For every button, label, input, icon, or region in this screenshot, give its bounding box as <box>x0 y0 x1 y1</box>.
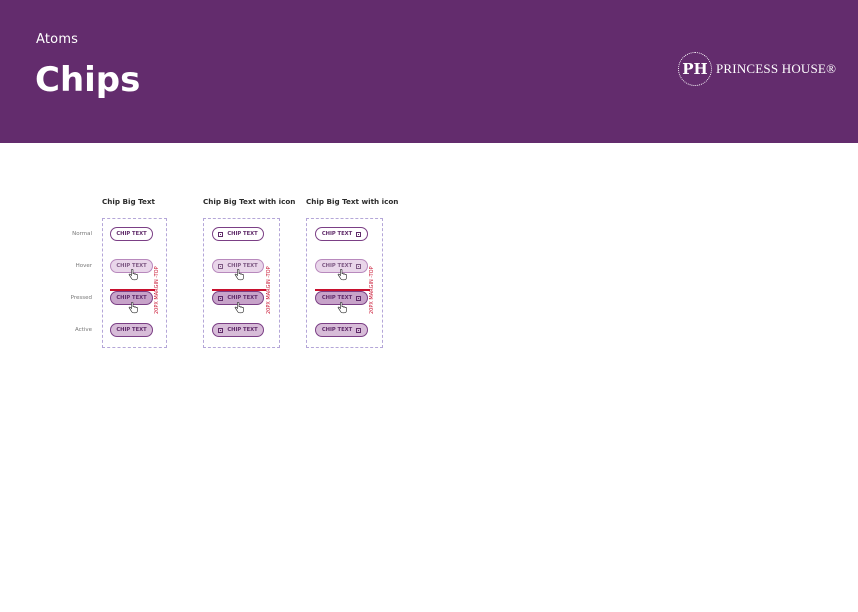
square-icon <box>356 327 362 333</box>
square-icon <box>218 295 224 301</box>
margin-note: 20PX MARGIN -TOP <box>154 266 160 314</box>
chip-label: CHIP TEXT <box>321 295 353 301</box>
page-title: Chips <box>35 60 141 100</box>
hand-pointer-icon <box>128 302 138 314</box>
brand-name: PRINCESS HOUSE® <box>716 61 837 76</box>
margin-redline <box>315 289 370 291</box>
hand-pointer-icon <box>337 302 347 314</box>
brand-logo: PH PRINCESS HOUSE® <box>678 52 836 86</box>
square-icon <box>218 231 224 237</box>
state-label-pressed: Pressed <box>70 295 92 301</box>
chip-label: CHIP TEXT <box>116 231 147 237</box>
margin-redline <box>110 289 155 291</box>
chip-active-trailing-icon[interactable]: CHIP TEXT <box>315 323 368 337</box>
chip-label: CHIP TEXT <box>227 295 258 301</box>
square-icon <box>356 295 362 301</box>
margin-note: 20PX MARGIN -TOP <box>266 266 272 314</box>
hand-pointer-icon <box>234 269 244 281</box>
margin-redline <box>212 289 266 291</box>
chip-label: CHIP TEXT <box>227 327 258 333</box>
chip-label: CHIP TEXT <box>116 295 147 301</box>
chip-normal-trailing-icon[interactable]: CHIP TEXT <box>315 227 368 241</box>
column-title-chip-leading-icon: Chip Big Text with icon <box>203 197 296 206</box>
state-label-normal: Normal <box>72 231 92 237</box>
chip-label: CHIP TEXT <box>116 327 147 333</box>
chip-normal[interactable]: CHIP TEXT <box>110 227 153 241</box>
square-icon <box>356 231 362 237</box>
column-title-chip-trailing-icon: Chip Big Text with icon <box>306 197 399 206</box>
chip-label: CHIP TEXT <box>321 327 353 333</box>
brand-monogram: PH <box>678 52 712 86</box>
chip-label: CHIP TEXT <box>227 231 258 237</box>
state-label-hover: Hover <box>75 263 92 269</box>
margin-note: 20PX MARGIN -TOP <box>369 266 375 314</box>
chip-normal-leading-icon[interactable]: CHIP TEXT <box>212 227 264 241</box>
square-icon <box>218 263 224 269</box>
hand-pointer-icon <box>337 269 347 281</box>
square-icon <box>356 263 362 269</box>
hand-pointer-icon <box>234 302 244 314</box>
square-icon <box>218 327 224 333</box>
column-title-chip-big-text: Chip Big Text <box>102 197 155 206</box>
hand-pointer-icon <box>128 269 138 281</box>
chip-label: CHIP TEXT <box>321 231 353 237</box>
page-header: Atoms Chips PH PRINCESS HOUSE® <box>0 0 858 143</box>
state-label-active: Active <box>74 327 92 333</box>
page-eyebrow: Atoms <box>36 32 79 47</box>
chip-active-leading-icon[interactable]: CHIP TEXT <box>212 323 264 337</box>
chip-active[interactable]: CHIP TEXT <box>110 323 153 337</box>
